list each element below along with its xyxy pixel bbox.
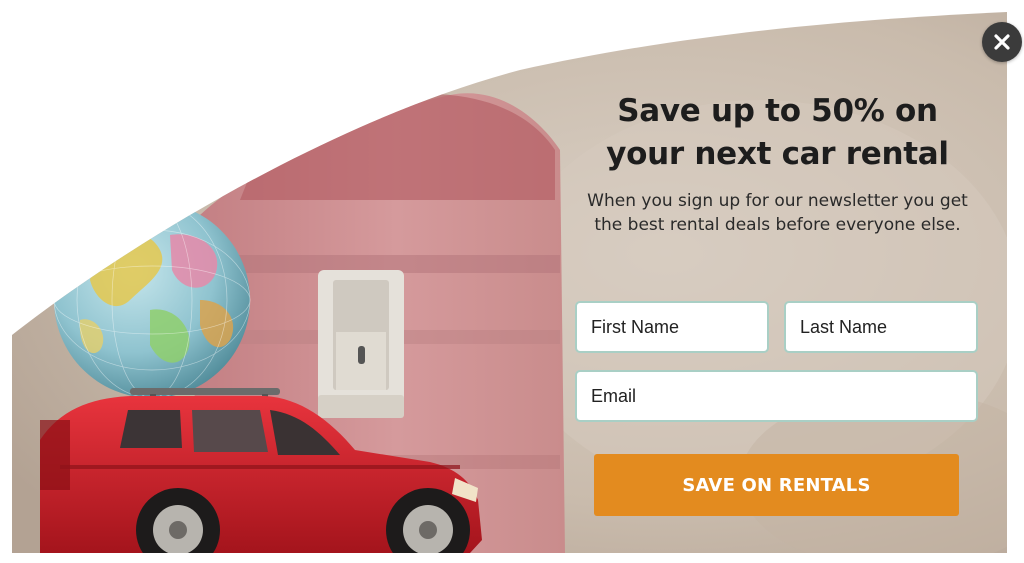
save-on-rentals-button[interactable]: SAVE ON RENTALS bbox=[594, 454, 959, 516]
close-button[interactable] bbox=[982, 22, 1022, 62]
last-name-input[interactable] bbox=[784, 301, 978, 353]
popup-headline: Save up to 50% on your next car rental bbox=[606, 93, 949, 172]
popup-subtext: When you sign up for our newsletter you … bbox=[587, 191, 968, 235]
email-input[interactable] bbox=[575, 370, 978, 422]
first-name-input[interactable] bbox=[575, 301, 769, 353]
newsletter-popup: Save up to 50% on your next car rental W… bbox=[0, 0, 1024, 563]
close-icon bbox=[994, 34, 1010, 50]
